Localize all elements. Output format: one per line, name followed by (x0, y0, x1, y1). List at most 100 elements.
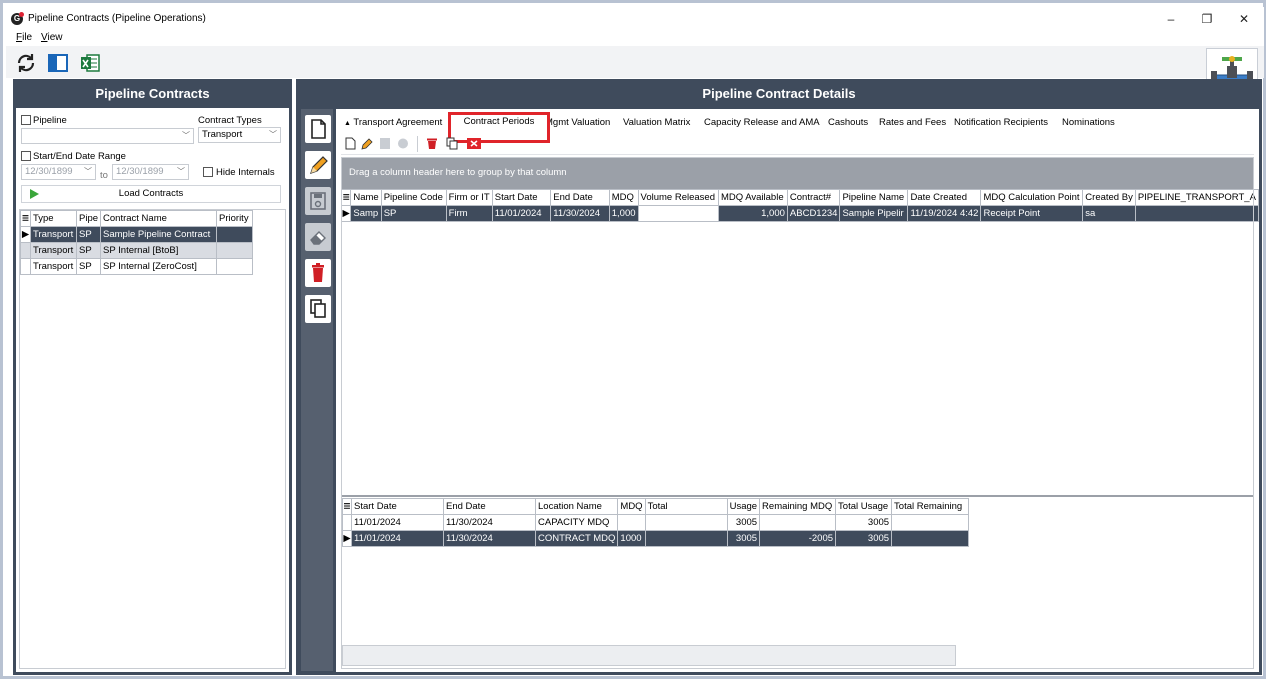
periods-toolbar (341, 133, 1254, 155)
contract-details-title: Pipeline Contract Details (702, 86, 856, 101)
close-button[interactable]: ✕ (1229, 9, 1259, 29)
table-row[interactable]: ▶ 11/01/2024 11/30/2024 CONTRACT MDQ 100… (342, 530, 970, 547)
column-header[interactable]: Pipe (75, 210, 102, 227)
column-header[interactable]: Total Usage (835, 498, 893, 515)
column-chooser-icon[interactable]: ≣ (20, 210, 31, 227)
column-header[interactable]: Start Date (351, 498, 444, 515)
volume-released-editor[interactable] (637, 205, 719, 222)
delete-button[interactable] (305, 259, 331, 287)
grid-splitter[interactable] (341, 495, 1254, 497)
table-cell: 11/01/2024 (351, 530, 444, 547)
date-range-checkbox[interactable] (21, 151, 31, 161)
table-cell: SP Internal [BtoB] (100, 242, 218, 259)
column-header[interactable]: Total (644, 498, 728, 515)
tab-transport-agreement[interactable]: ▲ Transport Agreement (344, 117, 442, 128)
column-header[interactable]: MDQ (608, 189, 639, 206)
app-logo-icon: G (11, 12, 24, 25)
tab-cashouts[interactable]: Cashouts (828, 117, 868, 128)
clear-button[interactable] (305, 223, 331, 251)
column-header[interactable]: MDQ Available (717, 189, 788, 206)
tab-mgmt-valuation[interactable]: Mgmt Valuation (545, 117, 610, 128)
column-header[interactable]: Usage (726, 498, 761, 515)
column-header[interactable]: Contract Name (100, 210, 218, 227)
table-cell (644, 530, 728, 547)
table-cell: Sample Pipeline Contract (100, 226, 218, 243)
column-header[interactable]: Pipeline Name (839, 189, 909, 206)
table-cell: 3005 (835, 530, 893, 547)
column-header[interactable]: End Date (550, 189, 610, 206)
column-header[interactable]: Created By (1082, 189, 1136, 206)
end-date-picker[interactable]: 12/30/1899 ﹀ (112, 164, 189, 180)
tab-rates-and-fees[interactable]: Rates and Fees (879, 117, 946, 128)
tab-nominations[interactable]: Nominations (1062, 117, 1115, 128)
panel-toggle-icon[interactable] (47, 52, 69, 74)
table-row[interactable]: 11/01/2024 11/30/2024 CAPACITY MDQ 3005 … (342, 514, 970, 531)
refresh-icon[interactable] (15, 52, 37, 74)
edit-button[interactable] (305, 151, 331, 179)
hide-internals-label: Hide Internals (216, 167, 275, 178)
trash-icon[interactable] (426, 137, 438, 150)
toolbar-divider (417, 136, 418, 152)
table-row[interactable]: Transport SP SP Internal [BtoB] (20, 242, 254, 259)
menu-file[interactable]: File (16, 32, 32, 43)
new-document-button[interactable] (305, 115, 331, 143)
chevron-down-icon: ﹀ (177, 167, 185, 176)
cancel-icon[interactable] (397, 137, 409, 150)
tab-valuation-matrix[interactable]: Valuation Matrix (623, 117, 690, 128)
column-header[interactable]: Contract# (786, 189, 841, 206)
pencil-icon[interactable] (361, 137, 373, 150)
copy-button[interactable] (305, 295, 331, 323)
tab-capacity-release[interactable]: Capacity Release and AMA (704, 117, 820, 128)
minimize-button[interactable]: – (1156, 9, 1186, 29)
column-chooser-icon[interactable]: ≣ (342, 498, 352, 515)
column-header[interactable]: Start Date (491, 189, 552, 206)
table-cell: SP (75, 242, 102, 259)
column-header[interactable]: Pipeline Code (380, 189, 447, 206)
menu-view[interactable]: View (41, 32, 63, 43)
contract-types-select[interactable]: Transport ﹀ (198, 127, 281, 143)
column-header[interactable]: Type (30, 210, 77, 227)
start-date-picker[interactable]: 12/30/1899 ﹀ (21, 164, 96, 180)
save-icon (310, 192, 326, 210)
pipeline-select[interactable]: ﹀ (21, 128, 194, 144)
tab-notification-recipients[interactable]: Notification Recipients (954, 117, 1048, 128)
menu-bar: File View (6, 31, 1264, 46)
pipeline-checkbox[interactable] (21, 115, 31, 125)
table-cell (759, 514, 837, 531)
load-contracts-button[interactable]: Load Contracts (21, 185, 281, 203)
column-header[interactable]: Firm or IT (445, 189, 493, 206)
save-button[interactable] (305, 187, 331, 215)
table-cell: 11/01/2024 (351, 514, 444, 531)
table-cell: 3005 (835, 514, 893, 531)
column-header[interactable]: End Date (443, 498, 536, 515)
column-header[interactable]: Total Remaining (891, 498, 970, 515)
table-cell (644, 514, 728, 531)
restore-button[interactable]: ❐ (1192, 9, 1222, 29)
table-cell: 11/19/2024 4:42 (907, 205, 982, 222)
column-header[interactable]: Volume Released (637, 189, 719, 206)
table-row[interactable]: Transport SP SP Internal [ZeroCost] (20, 258, 254, 275)
table-cell: Receipt Point (980, 205, 1084, 222)
table-row[interactable]: ▶ Transport SP Sample Pipeline Contract (20, 226, 254, 243)
column-header[interactable]: Name (350, 189, 382, 206)
excel-export-icon[interactable] (79, 52, 101, 74)
contracts-panel: Pipeline Contracts Pipeline ﹀ Contract T… (13, 79, 292, 675)
copy-icon[interactable] (446, 137, 458, 150)
save-icon[interactable] (379, 137, 391, 150)
column-header[interactable]: Priority (216, 210, 254, 227)
table-cell (216, 242, 254, 259)
hide-internals-checkbox[interactable] (203, 167, 213, 177)
table-cell: 3005 (726, 514, 761, 531)
column-header[interactable]: MDQ Calculation Point (980, 189, 1084, 206)
column-header[interactable]: MDQ (617, 498, 646, 515)
column-header[interactable]: Remaining MDQ (759, 498, 837, 515)
column-header[interactable]: PIPELINE_TRANSPORT_A (1134, 189, 1260, 206)
group-by-panel[interactable]: Drag a column header here to group by th… (341, 157, 1254, 189)
column-header[interactable]: Date Created (907, 189, 982, 206)
table-cell: 1,000 (608, 205, 639, 222)
table-row[interactable]: ▶ Samp SP Firm 11/01/2024 11/30/2024 1,0… (340, 205, 1260, 222)
close-icon[interactable] (467, 137, 481, 150)
new-row-icon[interactable] (344, 137, 356, 150)
column-chooser-icon[interactable]: ≣ (340, 189, 352, 206)
column-header[interactable]: Location Name (534, 498, 619, 515)
